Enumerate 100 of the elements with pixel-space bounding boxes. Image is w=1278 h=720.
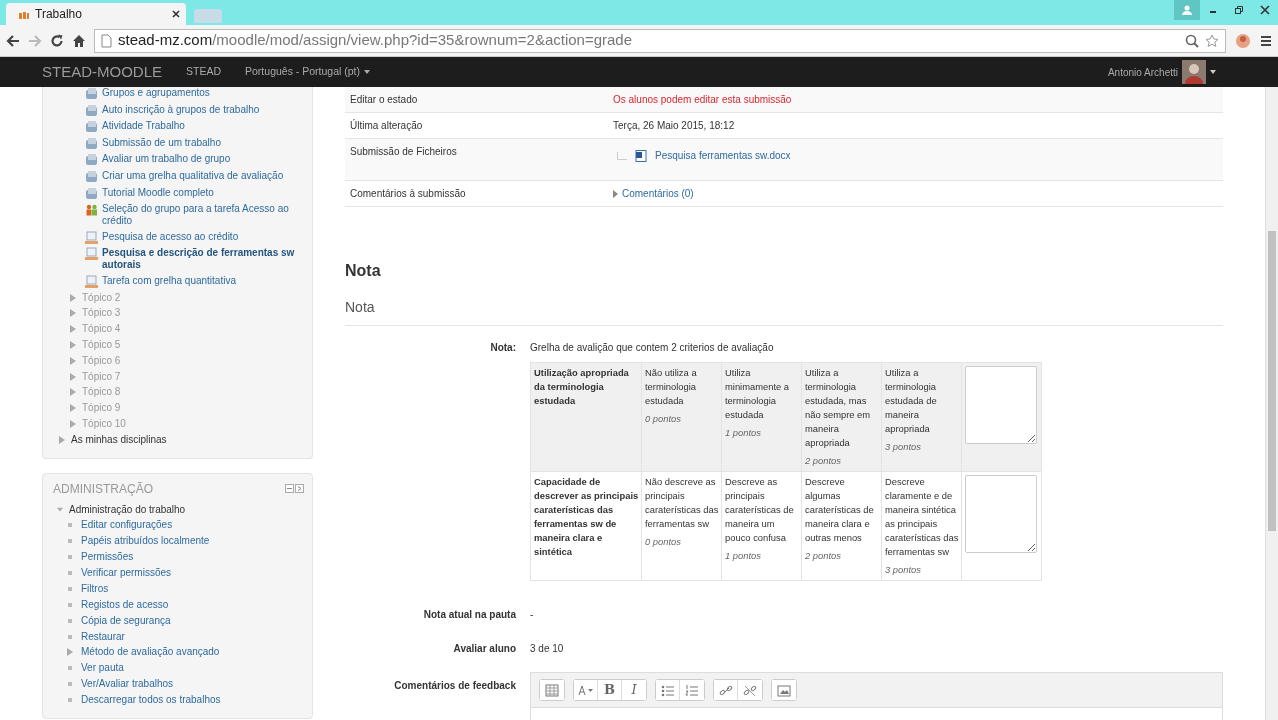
- collapse-icon[interactable]: [57, 505, 63, 514]
- level-cell[interactable]: Descreve algumas caraterísticas de maneira clara e outras menos 2 pontos: [801, 471, 882, 581]
- home-icon[interactable]: [72, 33, 86, 48]
- assignment-icon: [85, 230, 98, 244]
- site-brand[interactable]: STEAD-MOODLE: [42, 60, 162, 84]
- extension-icon[interactable]: [1234, 31, 1252, 50]
- field-label: Nota atual na pauta: [422, 608, 516, 622]
- text-editor[interactable]: B I: [530, 672, 1223, 720]
- font-style-icon: [577, 683, 594, 697]
- font-style-button[interactable]: [574, 680, 598, 700]
- activity-link[interactable]: Tutorial Moodle completo: [102, 186, 214, 200]
- bullet-icon: [68, 666, 72, 671]
- scrollbar-thumb[interactable]: [1268, 231, 1276, 531]
- bullet-icon: [68, 523, 72, 528]
- criterion-cell: Capacidade de descrever as principais caraterísticas das ferramentas sw de maneira clara e sintética: [530, 471, 642, 581]
- browser-tab[interactable]: Trabalho: [6, 3, 186, 25]
- address-bar[interactable]: stead-mz.com/moodle/mod/assign/view.php?id=35&rownum=2&action=grade: [94, 28, 1226, 53]
- admin-link[interactable]: Permissões: [81, 551, 134, 564]
- table-button[interactable]: [540, 680, 564, 700]
- tree-item[interactable]: As minhas disciplinas: [71, 433, 167, 446]
- field-value: -: [530, 608, 534, 622]
- caret-icon[interactable]: [1210, 70, 1216, 74]
- admin-link[interactable]: Cópia de segurança: [81, 614, 171, 627]
- admin-link[interactable]: Restaurar: [81, 630, 125, 643]
- block-controls-icon[interactable]: [285, 484, 304, 493]
- field-value: Terça, 26 Maio 2015, 18:12: [613, 119, 735, 132]
- image-icon: [777, 683, 791, 697]
- user-icon: [1182, 5, 1192, 15]
- points-text: 0 pontos: [645, 412, 682, 426]
- file-link[interactable]: Pesquisa ferramentas sw.docx: [655, 149, 791, 162]
- page-icon: [85, 153, 98, 167]
- activity-link[interactable]: Submissão de um trabalho: [102, 136, 221, 150]
- document-icon: [635, 149, 647, 162]
- admin-link[interactable]: Editar configurações: [81, 519, 173, 532]
- field-label: Submissão de Ficheiros: [350, 145, 458, 159]
- activity-link[interactable]: Auto inscrição à grupos de trabalho: [102, 103, 260, 117]
- nav-link[interactable]: STEAD: [186, 64, 222, 80]
- caret-icon: [364, 70, 370, 74]
- bullet-icon: [68, 634, 72, 639]
- tree-item[interactable]: Administração do trabalho: [69, 503, 186, 516]
- remark-field[interactable]: [965, 366, 1037, 444]
- expand-icon[interactable]: [67, 648, 73, 657]
- comments-link[interactable]: Comentários (0): [622, 187, 694, 200]
- admin-link[interactable]: Filtros: [81, 582, 109, 595]
- activity-link[interactable]: Tarefa com grelha quantitativa: [102, 274, 236, 288]
- forward-icon[interactable]: [28, 34, 42, 47]
- criterion-cell: Utilização apropriada da terminologia estudada: [530, 362, 642, 472]
- link-button[interactable]: [714, 680, 738, 700]
- scrollbar[interactable]: [1265, 87, 1278, 720]
- level-cell[interactable]: Descreve claramente e de maneira sintética as principais caraterísticas das ferramentas sw 3 pontos: [881, 471, 962, 581]
- admin-link[interactable]: Ver/Avaliar trabalhos: [81, 678, 174, 691]
- assignment-icon: [85, 247, 98, 261]
- activity-link[interactable]: Seleção do grupo para a tarefa Acesso ao crédito: [102, 203, 304, 228]
- bullet-icon: [68, 539, 72, 544]
- group-icon: [85, 203, 98, 217]
- level-cell[interactable]: Não utiliza a terminologia estudada 0 pontos: [641, 362, 722, 472]
- image-button[interactable]: [772, 680, 796, 700]
- rubric-description: Grelha de avalição que contem 2 criterios de avaliação: [530, 341, 775, 355]
- activity-link[interactable]: Pesquisa de acesso ao crédito: [102, 230, 239, 244]
- avatar[interactable]: [1182, 60, 1206, 84]
- bulleted-list-icon: [660, 683, 675, 697]
- level-cell[interactable]: Utiliza a terminologia estudada de maneira apropriada 3 pontos: [881, 362, 962, 472]
- level-cell[interactable]: Utiliza a terminologia estudada, mas não sempre em maneira apropriada 2 pontos: [801, 362, 882, 472]
- admin-link[interactable]: Método de avaliação avançado: [81, 646, 220, 659]
- assignment-icon: [85, 274, 98, 288]
- level-cell[interactable]: Descreve as principais caraterísticas de maneira um pouco confusa 1 pontos: [721, 471, 802, 581]
- activity-link[interactable]: Atividade Trabalho: [102, 120, 185, 134]
- points-text: 2 pontos: [805, 549, 842, 563]
- restore-icon: [1234, 5, 1244, 15]
- activity-link[interactable]: Criar uma grelha qualitativa de avaliação: [102, 169, 284, 183]
- star-icon[interactable]: [1205, 33, 1219, 48]
- reload-icon[interactable]: [50, 33, 64, 48]
- remark-field[interactable]: [965, 475, 1037, 553]
- page-icon: [101, 33, 112, 48]
- activity-link[interactable]: Grupos e agrupamentos: [102, 87, 210, 100]
- admin-link[interactable]: Verificar permissões: [81, 566, 172, 579]
- admin-link[interactable]: Descarregar todos os trabalhos: [81, 694, 221, 707]
- user-name[interactable]: Antonio Archetti: [1107, 64, 1178, 80]
- points-text: 1 pontos: [725, 549, 762, 563]
- bullet-icon: [68, 602, 72, 607]
- language-menu[interactable]: Português - Portugal (pt): [245, 64, 370, 80]
- admin-link[interactable]: Ver pauta: [81, 662, 124, 675]
- level-cell[interactable]: Não descreve as principais caraterísticas das ferramentas sw 0 pontos: [641, 471, 722, 581]
- level-cell[interactable]: Utiliza minimamente a terminologia estudada 1 pontos: [721, 362, 802, 472]
- points-text: 1 pontos: [725, 426, 762, 440]
- numbered-list-icon: [685, 683, 699, 697]
- activity-link[interactable]: Avaliar um trabalho de grupo: [102, 153, 231, 167]
- close-icon[interactable]: [172, 10, 180, 18]
- expand-icon[interactable]: [613, 189, 618, 198]
- activity-link[interactable]: Pesquisa e descrição de ferramentas sw autorais: [102, 247, 304, 272]
- page-icon: [85, 136, 98, 150]
- back-icon[interactable]: [6, 34, 20, 47]
- field-label: Última alteração: [350, 119, 424, 132]
- bulleted-list-button[interactable]: [656, 680, 680, 700]
- admin-link[interactable]: Papéis atribuídos localmente: [81, 535, 210, 548]
- bullet-icon: [68, 555, 72, 560]
- field-label: Editar o estado: [350, 93, 419, 106]
- admin-link[interactable]: Registos de acesso: [81, 598, 169, 611]
- menu-icon[interactable]: [1260, 33, 1272, 48]
- zoom-icon[interactable]: [1185, 33, 1199, 48]
